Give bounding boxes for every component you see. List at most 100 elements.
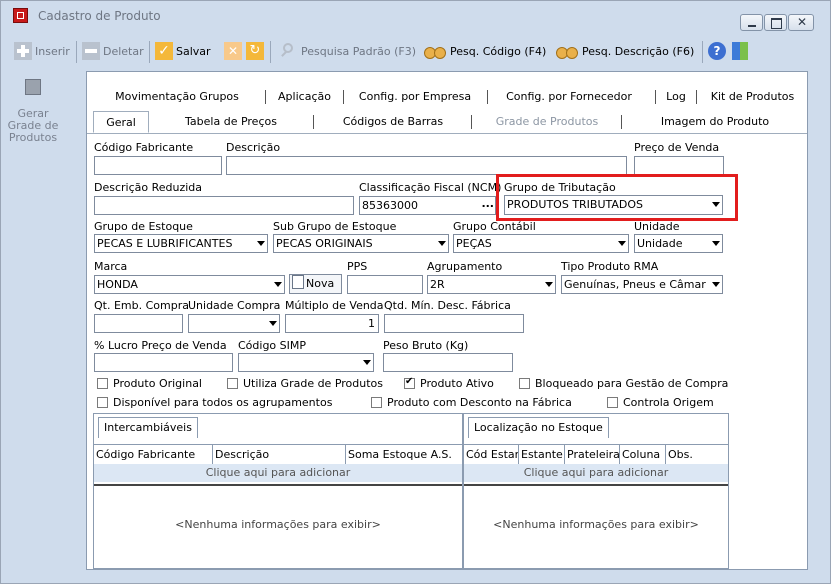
column-header[interactable]: Descrição — [213, 445, 346, 464]
binoculars-icon — [423, 42, 447, 60]
tipo-produto-rma-select[interactable]: Genuínas, Pneus e Câmar — [561, 275, 723, 294]
grupo-contabil-value: PEÇAS — [456, 237, 492, 250]
sub-grupo-estoque-value: PECAS ORIGINAIS — [276, 237, 373, 250]
tab-kit-produtos[interactable]: Kit de Produtos — [698, 86, 807, 108]
tab-divider — [487, 90, 488, 104]
ncm-value: 85363000 — [362, 199, 418, 212]
peso-bruto-input[interactable] — [383, 353, 513, 372]
minimize-button[interactable] — [740, 14, 763, 31]
exit-button[interactable] — [732, 42, 751, 60]
controla-origem-checkbox[interactable]: Controla Origem — [607, 396, 714, 409]
checkmark-icon: ✓ — [155, 42, 173, 60]
refresh-button[interactable]: ↻ — [246, 42, 267, 60]
lucro-preco-input[interactable] — [94, 353, 233, 372]
codigo-simp-select[interactable] — [238, 353, 374, 372]
intercambiaveis-header: Código Fabricante Descrição Soma Estoque… — [94, 444, 462, 465]
column-header[interactable]: Coluna — [620, 445, 666, 464]
ncm-input[interactable]: 85363000 ... — [359, 196, 496, 215]
produto-desconto-checkbox[interactable]: Produto com Desconto na Fábrica — [371, 396, 572, 409]
delete-button[interactable]: Deletar — [82, 42, 144, 60]
chevron-down-icon — [363, 360, 371, 365]
marca-select[interactable]: HONDA — [94, 275, 285, 294]
chevron-down-icon — [438, 241, 446, 246]
highlight-box — [496, 174, 738, 221]
cancel-button[interactable]: ✕ — [224, 42, 245, 60]
chevron-down-icon — [712, 282, 720, 287]
tab-divider — [621, 115, 622, 129]
produto-ativo-checkbox[interactable]: ✔ Produto Ativo — [404, 376, 494, 390]
tab-geral[interactable]: Geral — [93, 111, 149, 133]
column-header[interactable]: Soma Estoque A.S. — [346, 445, 462, 464]
add-row[interactable]: Clique aqui para adicionar — [464, 464, 728, 482]
binoculars-icon — [555, 42, 579, 60]
search-description-button[interactable]: Pesq. Descrição (F6) — [555, 42, 694, 60]
empty-message: <Nenhuma informações para exibir> — [493, 518, 699, 531]
column-header[interactable]: Estante — [519, 445, 565, 464]
multiplo-venda-input[interactable]: 1 — [285, 314, 379, 333]
save-button[interactable]: ✓ Salvar — [155, 42, 211, 60]
checkbox-box — [97, 397, 108, 408]
tab-movimentacao-grupos[interactable]: Movimentação Grupos — [87, 86, 267, 108]
tab-log[interactable]: Log — [657, 86, 695, 108]
bloqueado-gestao-checkbox[interactable]: Bloqueado para Gestão de Compra — [519, 377, 728, 390]
preco-venda-input[interactable] — [634, 156, 724, 175]
unidade-compra-select[interactable] — [188, 314, 280, 333]
grupo-contabil-label: Grupo Contábil — [453, 220, 536, 233]
unidade-select[interactable]: Unidade — [634, 234, 723, 253]
checkbox-box — [519, 378, 530, 389]
grupo-estoque-select[interactable]: PECAS E LUBRIFICANTES — [94, 234, 268, 253]
tab-localizacao-estoque[interactable]: Localização no Estoque — [468, 417, 609, 438]
descricao-input[interactable] — [226, 156, 627, 175]
close-button[interactable]: ✕ — [788, 14, 814, 31]
descricao-reduzida-label: Descrição Reduzida — [94, 181, 203, 194]
codigo-fabricante-input[interactable] — [94, 156, 222, 175]
magnifier-icon — [280, 42, 298, 60]
tab-aplicacao[interactable]: Aplicação — [267, 86, 342, 108]
insert-button[interactable]: Inserir — [14, 42, 70, 60]
intercambiaveis-panel: Intercambiáveis Código Fabricante Descri… — [93, 413, 463, 569]
search-code-button[interactable]: Pesq. Código (F4) — [423, 42, 546, 60]
tab-codigos-barras[interactable]: Códigos de Barras — [315, 111, 471, 133]
toolbar: Inserir Deletar ✓ Salvar ✕ ↻ Pesquisa Pa… — [1, 37, 830, 63]
qtd-min-desc-input[interactable] — [384, 314, 524, 333]
descricao-label: Descrição — [226, 141, 281, 154]
maximize-button[interactable] — [764, 14, 787, 31]
tab-imagem-produto[interactable]: Imagem do Produto — [623, 111, 807, 133]
unidade-label: Unidade — [634, 220, 680, 233]
chevron-down-icon — [618, 241, 626, 246]
app-icon — [13, 8, 28, 23]
ncm-lookup-button[interactable]: ... — [481, 197, 494, 212]
checkbox-box — [607, 397, 618, 408]
column-header[interactable]: Obs. — [666, 445, 728, 464]
tab-tabela-precos[interactable]: Tabela de Preços — [149, 111, 313, 133]
tab-config-fornecedor[interactable]: Config. por Fornecedor — [489, 86, 649, 108]
produto-original-checkbox[interactable]: Produto Original — [97, 377, 202, 390]
column-header[interactable]: Código Fabricante — [94, 445, 213, 464]
qtd-min-desc-label: Qtd. Mín. Desc. Fábrica — [384, 299, 511, 312]
codigo-simp-label: Código SIMP — [238, 339, 307, 352]
disponivel-agrupamentos-checkbox[interactable]: Disponível para todos os agrupamentos — [97, 396, 332, 409]
utiliza-grade-checkbox[interactable]: Utiliza Grade de Produtos — [227, 377, 383, 390]
checkbox-box: ✔ — [404, 376, 415, 389]
descricao-reduzida-input[interactable] — [94, 196, 354, 215]
nova-marca-button[interactable]: Nova — [289, 274, 342, 294]
grupo-estoque-label: Grupo de Estoque — [94, 220, 193, 233]
title-bar: Cadastro de Produto ✕ — [1, 1, 830, 31]
grupo-contabil-select[interactable]: PEÇAS — [453, 234, 629, 253]
lucro-preco-label: % Lucro Preço de Venda — [94, 339, 227, 352]
help-icon: ? — [708, 42, 726, 60]
add-row[interactable]: Clique aqui para adicionar — [94, 464, 462, 482]
qt-emb-compra-input[interactable] — [94, 314, 183, 333]
pps-input[interactable] — [347, 275, 423, 294]
tab-config-empresa[interactable]: Config. por Empresa — [345, 86, 485, 108]
help-button[interactable]: ? — [708, 42, 729, 60]
top-tab-row: Movimentação Grupos Aplicação Config. po… — [87, 86, 807, 108]
sub-grupo-estoque-select[interactable]: PECAS ORIGINAIS — [273, 234, 449, 253]
tab-intercambiaveis[interactable]: Intercambiáveis — [98, 417, 198, 438]
agrupamento-select[interactable]: 2R — [427, 275, 556, 294]
search-default-button[interactable]: Pesquisa Padrão (F3) — [280, 42, 416, 60]
tab-grade-produtos: Grade de Produtos — [495, 115, 599, 128]
cancel-icon: ✕ — [224, 42, 242, 60]
column-header[interactable]: Cód Estante — [464, 445, 519, 464]
column-header[interactable]: Prateleira — [565, 445, 620, 464]
